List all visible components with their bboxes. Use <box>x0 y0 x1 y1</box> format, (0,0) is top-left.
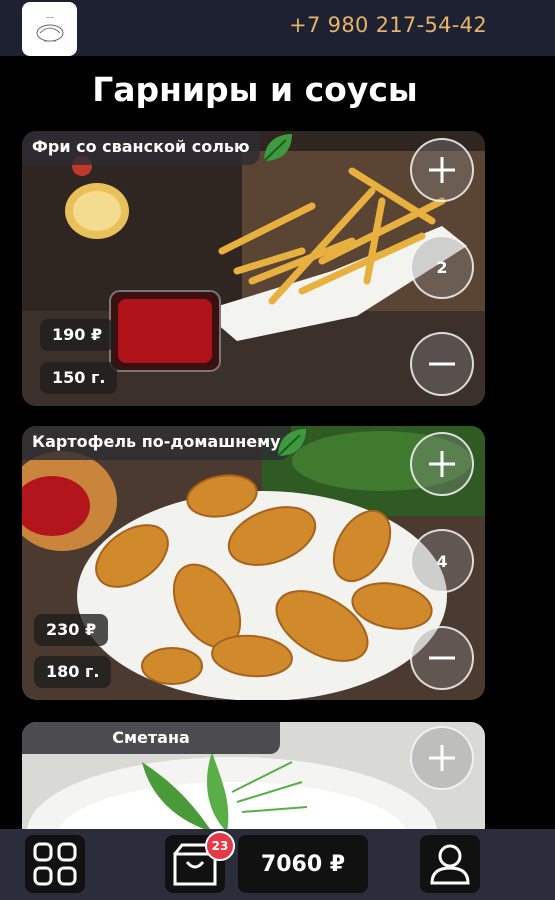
increase-button[interactable] <box>410 432 474 496</box>
product-name: Картофель по-домашнему <box>22 426 291 460</box>
minus-icon <box>429 656 455 660</box>
product-card: Фри со сванской солью 190 ₽ 150 г. 2 <box>22 131 485 406</box>
product-card: Сметана <box>22 722 485 842</box>
user-profile-icon <box>430 844 470 885</box>
decrease-button[interactable] <box>410 332 474 396</box>
page-title: Гарниры и соусы <box>92 70 418 109</box>
top-bar: ~~ +7 980 217-54-42 <box>0 0 555 56</box>
product-name: Сметана <box>22 722 280 754</box>
minus-icon <box>429 362 455 366</box>
quantity-value: 2 <box>436 257 448 277</box>
phone-number[interactable]: +7 980 217-54-42 <box>289 13 487 37</box>
vegetarian-leaf-icon <box>277 429 306 457</box>
product-price: 230 ₽ <box>34 614 109 646</box>
product-price: 190 ₽ <box>40 319 115 351</box>
increase-button[interactable] <box>410 138 474 202</box>
grid-menu-icon <box>33 842 77 886</box>
product-weight: 180 г. <box>34 656 112 688</box>
plus-icon <box>429 451 455 477</box>
quantity-display: 4 <box>410 529 474 593</box>
product-name: Фри со сванской солью <box>22 131 260 165</box>
plus-icon <box>429 157 455 183</box>
bottom-nav: 23 7060 ₽ <box>0 829 555 900</box>
cart-count-badge: 23 <box>205 831 235 861</box>
restaurant-logo[interactable]: ~~ <box>22 2 77 56</box>
increase-button[interactable] <box>410 726 474 790</box>
quantity-value: 4 <box>436 551 448 571</box>
restaurant-logo-icon: ~~ <box>36 15 63 42</box>
vegetarian-leaf-icon <box>263 134 292 162</box>
catalog-button[interactable] <box>25 835 85 893</box>
decrease-button[interactable] <box>410 626 474 690</box>
plus-icon <box>429 745 455 771</box>
product-weight: 150 г. <box>40 362 118 394</box>
cart-total[interactable]: 7060 ₽ <box>238 835 368 893</box>
product-card: Картофель по-домашнему 230 ₽ 180 г. 4 <box>22 426 485 700</box>
profile-button[interactable] <box>420 835 480 893</box>
svg-text:~~: ~~ <box>45 15 53 21</box>
cart-total-value: 7060 ₽ <box>260 851 346 877</box>
quantity-display: 2 <box>410 235 474 299</box>
